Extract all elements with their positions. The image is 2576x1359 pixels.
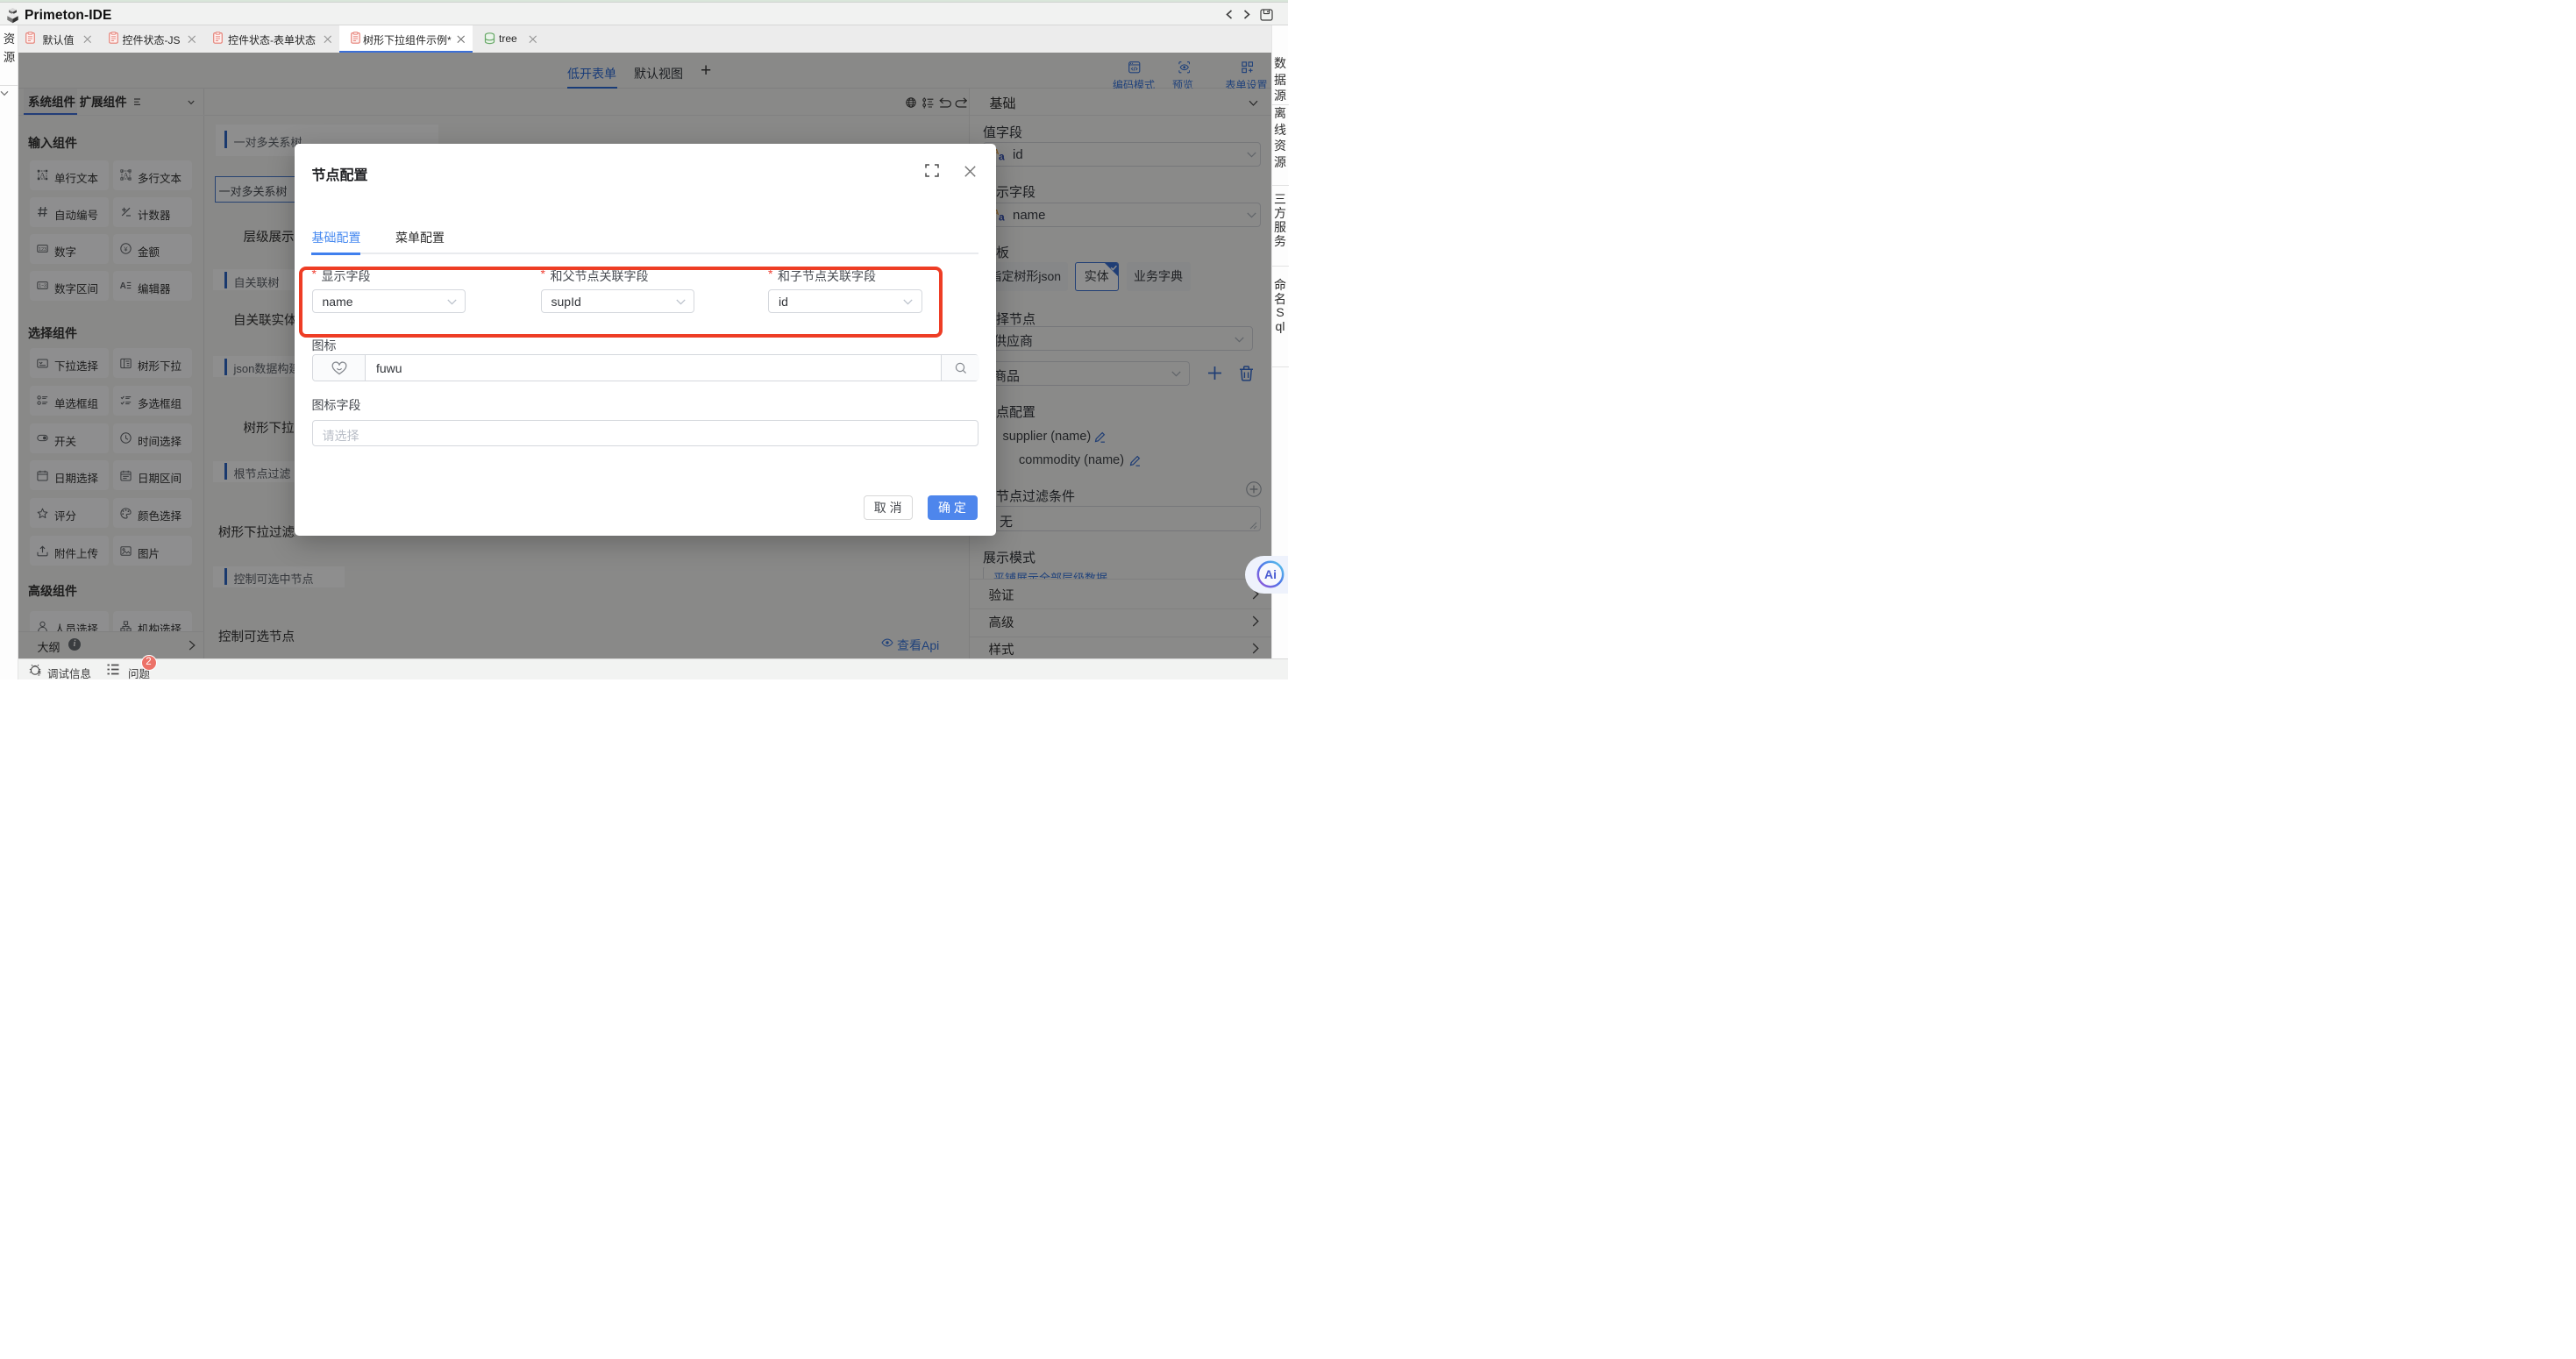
svg-text:Ai: Ai — [1264, 567, 1277, 581]
